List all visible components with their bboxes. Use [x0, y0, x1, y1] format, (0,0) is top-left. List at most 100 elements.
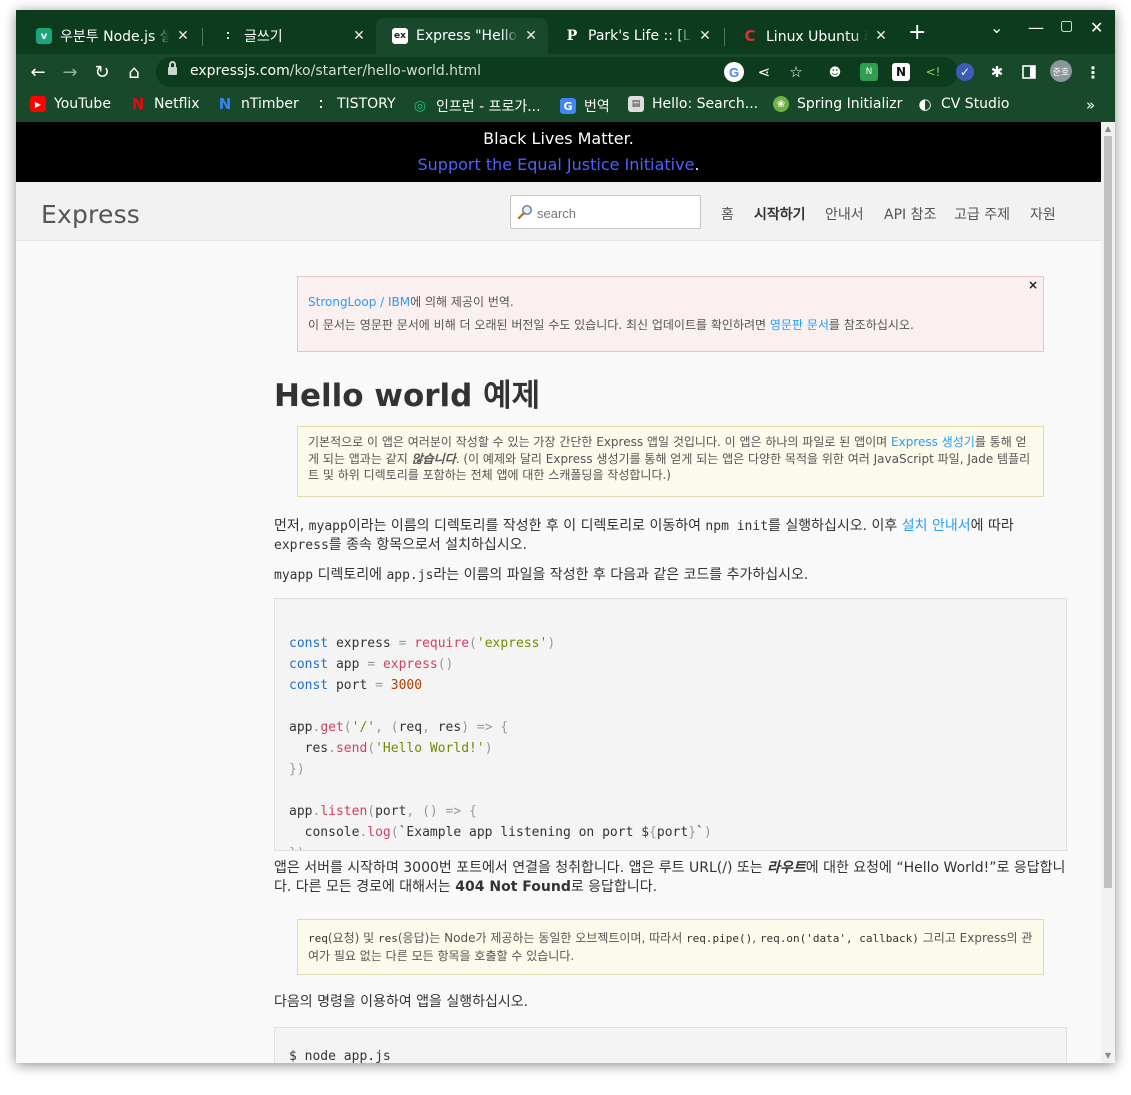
url-text[interactable]: expressjs.com/ko/starter/hello-world.htm… [190, 63, 481, 79]
google-translate-icon: G [560, 98, 576, 114]
tab-title: 우분투 Node.js 설치 [60, 29, 170, 45]
bookmark-hello-search[interactable]: ▤ Hello: Search... [628, 96, 758, 112]
browser-toolbar: ← → ↻ ⌂ expressjs.com/ko/starter/hello-w… [16, 54, 1115, 90]
bookmark-label: TISTORY [337, 96, 396, 112]
bookmark-translate[interactable]: G 번역 [560, 96, 610, 116]
req-res-note: req(요청) 및 res(응답)는 Node가 제공하는 동일한 오브젝트이며… [297, 919, 1044, 975]
nav-guide[interactable]: 안내서 [825, 204, 864, 224]
share-icon[interactable]: ⋖ [754, 62, 774, 82]
tab-close-icon[interactable]: ✕ [174, 28, 192, 44]
tab-write-post[interactable]: ⁚ 글쓰기 ✕ [204, 18, 376, 54]
extension-owl-icon[interactable]: ☻ [826, 63, 844, 81]
scroll-up-arrow-icon[interactable]: ▲ [1104, 125, 1112, 133]
page-scrollbar[interactable]: ▲ ▼ [1101, 122, 1115, 1063]
tab-close-icon[interactable]: ✕ [872, 28, 890, 44]
forward-arrow-icon[interactable]: → [58, 60, 82, 84]
reload-icon[interactable]: ↻ [90, 60, 114, 84]
c-favicon-icon: C [744, 27, 756, 45]
lock-icon[interactable] [168, 61, 177, 76]
bookmarks-bar: ▶ YouTube N Netflix N nTimber ⁚ TISTORY … [16, 90, 1115, 122]
site-search[interactable] [510, 195, 701, 229]
maximize-button[interactable]: ▢ [1060, 18, 1073, 34]
tab-linux-ubuntu[interactable]: C Linux Ubuntu 화면 ✕ [726, 18, 898, 54]
bookmark-tistory[interactable]: ⁚ TISTORY [313, 96, 396, 112]
bookmark-star-icon[interactable]: ☆ [786, 62, 806, 82]
scrollbar-thumb[interactable] [1104, 136, 1112, 888]
paragraph-create-file: myapp 디렉토리에 app.js라는 이름의 파일을 작성한 후 다음과 같… [274, 567, 809, 583]
bookmark-label: 인프런 - 프로가... [436, 99, 541, 115]
scroll-down-arrow-icon[interactable]: ▼ [1104, 1052, 1112, 1060]
extension-naver-icon[interactable]: N [860, 63, 878, 81]
page-icon: ▤ [628, 96, 644, 112]
nav-getting-started[interactable]: 시작하기 [754, 204, 806, 224]
bookmark-label: nTimber [241, 96, 299, 112]
code-line: const express = require('express') [289, 636, 556, 651]
site-header: Express 홈 시작하기 안내서 API 참조 고급 주제 자원 [16, 182, 1101, 241]
eji-link[interactable]: Support the Equal Justice Initiative [417, 155, 694, 174]
search-input[interactable] [537, 203, 697, 223]
profile-avatar[interactable]: 준호 [1050, 60, 1072, 82]
express-generator-link[interactable]: Express 생성기 [891, 435, 975, 449]
extension-notion-icon[interactable]: N [892, 63, 910, 81]
code-line: console.log(`Example app listening on po… [304, 825, 712, 840]
nav-api-reference[interactable]: API 참조 [884, 204, 936, 224]
back-arrow-icon[interactable]: ← [26, 60, 50, 84]
close-notice-icon[interactable]: × [1028, 278, 1038, 292]
code-line: }) [289, 762, 305, 777]
tab-express-hello-world[interactable]: ex Express "Hello World" ✕ [376, 18, 548, 54]
tab-node-install[interactable]: v 우분투 Node.js 설치 ✕ [20, 18, 200, 54]
tab-separator [724, 28, 725, 46]
tab-parks-life[interactable]: P Park's Life :: [Linux] ✕ [548, 18, 722, 54]
intro-note: 기본적으로 이 앱은 여러분이 작성할 수 있는 가장 간단한 Express … [297, 426, 1044, 497]
home-icon[interactable]: ⌂ [122, 60, 146, 84]
english-docs-link[interactable]: 영문판 문서 [770, 318, 829, 332]
code-line: app.get('/', (req, res) => { [289, 720, 509, 735]
tistory-icon: ⁚ [318, 97, 324, 111]
tab-title: Park's Life :: [Linux] [588, 28, 692, 44]
youtube-icon: ▶ [30, 96, 46, 112]
code-block-run-command[interactable]: $ node app.js [274, 1027, 1067, 1063]
tab-search-chevron-icon[interactable]: ⌄ [990, 18, 1003, 37]
new-tab-button[interactable]: + [908, 22, 926, 44]
page-title: Hello world 예제 [274, 378, 541, 414]
google-lens-icon[interactable]: G [724, 62, 744, 82]
bookmark-spring-initializr[interactable]: ❀ Spring Initializr [773, 96, 902, 112]
bookmark-label: Hello: Search... [652, 96, 759, 112]
side-panel-icon[interactable] [1020, 63, 1038, 81]
nav-advanced-topics[interactable]: 고급 주제 [954, 204, 1010, 224]
tab-close-icon[interactable]: ✕ [696, 28, 714, 44]
paragraph-explanation: 앱은 서버를 시작하며 3000번 포트에서 연결을 청취합니다. 앱은 루트 … [274, 860, 1066, 895]
code-line: const port = 3000 [289, 678, 423, 693]
express-logo[interactable]: Express [41, 200, 140, 229]
tab-title: 글쓰기 [244, 29, 283, 45]
extensions-puzzle-icon[interactable]: ✱ [988, 63, 1006, 81]
extension-code-icon[interactable]: <! [924, 63, 942, 81]
tab-title: Linux Ubuntu 화면 [766, 29, 868, 45]
bookmarks-overflow-icon[interactable]: » [1086, 96, 1095, 114]
close-window-button[interactable]: ✕ [1090, 18, 1103, 37]
bookmark-cv-studio[interactable]: ◐ CV Studio [917, 95, 1009, 113]
tab-close-icon[interactable]: ✕ [350, 28, 368, 44]
banner-text: Black Lives Matter. [483, 129, 634, 148]
banner-period: . [694, 155, 700, 174]
bookmark-ntimber[interactable]: N nTimber [217, 95, 299, 113]
bookmark-inflearn[interactable]: ◎ 인프런 - 프로가... [412, 96, 541, 116]
strongloop-ibm-link[interactable]: StrongLoop / IBM [308, 295, 410, 309]
menu-kebab-icon[interactable]: ⋮ [1084, 63, 1102, 82]
extension-check-icon[interactable]: ✓ [956, 63, 974, 81]
ntimber-icon: N [218, 95, 232, 113]
nav-home[interactable]: 홈 [721, 204, 734, 224]
code-block-app-js[interactable]: const express = require('express') const… [274, 598, 1067, 851]
tab-close-icon[interactable]: ✕ [522, 28, 540, 44]
install-guide-link[interactable]: 설치 안내서 [902, 518, 971, 534]
search-icon [517, 204, 533, 220]
bookmark-netflix[interactable]: N Netflix [130, 95, 200, 113]
notice-line-1: StrongLoop / IBM에 의해 제공이 번역. [308, 295, 514, 309]
nav-resources[interactable]: 자원 [1030, 204, 1056, 224]
bookmark-youtube[interactable]: ▶ YouTube [30, 96, 111, 112]
code-line: $ node app.js [289, 1049, 391, 1063]
minimize-button[interactable]: — [1028, 18, 1044, 37]
